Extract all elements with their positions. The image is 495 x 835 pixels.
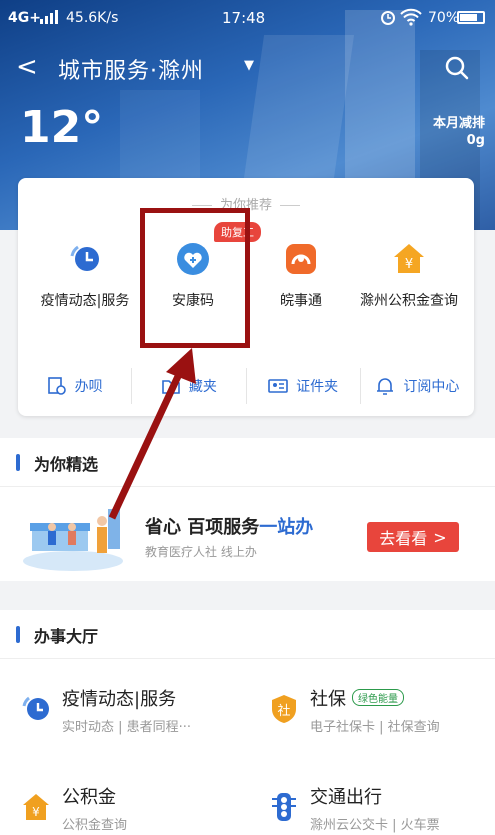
tool-banbei[interactable]: 办呗 [18,368,133,404]
social-security-icon: 社 [272,695,296,723]
hall-item-desc: 实时动态 | 患者同程··· [62,720,192,735]
tool-favorites[interactable]: 藏夹 [132,368,247,404]
svg-text:社: 社 [277,703,290,719]
hall-item-name: 疫情动态|服务 [62,689,177,710]
service-label: 疫情动态|服务 [40,293,130,309]
network-type: 4G+ [8,10,41,26]
housing-fund-icon: ¥ [394,244,424,273]
headline-part: 省心 百项服务 [145,517,260,538]
emission-value: 0g [466,133,485,148]
hall-item-name-text: 社保 [310,689,346,710]
hall-item-desc: 电子社保卡 | 社保查询 [310,720,440,735]
network-speed: 45.6K/s [66,10,119,26]
svg-text:¥: ¥ [32,805,40,819]
headline-highlight: 一站办 [259,517,314,538]
service-epidemic[interactable]: 疫情动态|服务 [28,242,142,312]
wifi-icon [400,8,422,26]
section-title: 办事大厅 [34,627,99,646]
hall-item-epidemic[interactable]: 疫情动态|服务 实时动态 | 患者同程··· [20,685,260,755]
top-nav: < 城市服务·滁州 ▼ [0,48,495,88]
epidemic-clock-icon [70,245,99,271]
tool-label: 证件夹 [296,379,339,395]
status-bar: 4G+ 45.6K/s 17:48 70% [0,0,495,36]
service-label: 滁州公积金查询 [360,293,458,309]
tool-row: 办呗 藏夹 证件夹 订阅中心 [18,368,474,404]
tool-label: 订阅中心 [403,379,460,395]
signal-icon [40,10,58,24]
highlight-box [140,208,250,348]
featured-subtitle: 教育医疗人社 线上办 [145,545,257,559]
chevron-right-icon: > [433,527,447,547]
folder-icon [162,380,180,394]
service-hall-grid: 疫情动态|服务 实时动态 | 患者同程··· 社 社保 绿色能量 电子社保卡 | … [0,658,495,835]
hall-item-desc: 滁州云公交卡 | 火车票 [310,818,440,833]
service-housing-fund[interactable]: ¥ 滁州公积金查询 [352,242,466,312]
hall-item-housing-fund[interactable]: ¥ 公积金 公积金查询 [20,783,260,835]
service-label: 皖事通 [280,293,322,309]
section-title: 为你精选 [34,455,99,474]
search-icon[interactable] [444,55,470,81]
hall-item-social-security[interactable]: 社 社保 绿色能量 电子社保卡 | 社保查询 [268,685,495,755]
document-clock-icon [47,377,66,395]
battery-icon [457,11,485,24]
section-marker [16,626,20,643]
section-hall-header: 办事大厅 [0,610,495,658]
hall-item-desc: 公积金查询 [62,818,128,833]
hall-item-traffic[interactable]: 交通出行 滁州云公交卡 | 火车票 [268,783,495,835]
page-title[interactable]: 城市服务·滁州 [58,53,204,85]
hall-item-name: 社保 绿色能量 [310,685,404,711]
battery-percent: 70% [428,10,460,26]
section-featured-header: 为你精选 [0,438,495,486]
back-icon[interactable]: < [16,52,38,82]
city-dropdown-icon[interactable]: ▼ [244,58,254,73]
svg-text:¥: ¥ [405,257,413,272]
service-hall-illustration [23,509,123,571]
alarm-icon [381,11,395,25]
tool-id-wallet[interactable]: 证件夹 [247,368,361,404]
go-see-button[interactable]: 去看看 > [367,522,459,552]
go-see-label: 去看看 [379,529,428,548]
hall-item-name: 交通出行 [310,787,382,808]
emission-label: 本月减排 [432,116,485,131]
emission-summary[interactable]: 本月减排 0g [433,112,485,148]
tool-label: 办呗 [74,379,103,395]
temperature: 12° [20,102,104,153]
green-energy-tag: 绿色能量 [352,689,404,706]
featured-banner[interactable]: 省心 百项服务一站办 教育医疗人社 线上办 去看看 > [0,486,495,581]
section-marker [16,454,20,471]
clock: 17:48 [222,9,266,27]
tool-label: 藏夹 [188,379,217,395]
id-card-icon [268,379,288,393]
hall-item-name: 公积金 [62,787,116,808]
wanshitong-icon [286,244,316,274]
traffic-light-icon [272,793,296,821]
epidemic-clock-icon [22,696,49,720]
featured-headline: 省心 百项服务一站办 [145,513,313,539]
housing-fund-icon: ¥ [23,794,49,820]
tool-subscription[interactable]: 订阅中心 [361,368,474,404]
bell-icon [377,378,394,395]
service-wanshitong[interactable]: 皖事通 [244,242,358,312]
